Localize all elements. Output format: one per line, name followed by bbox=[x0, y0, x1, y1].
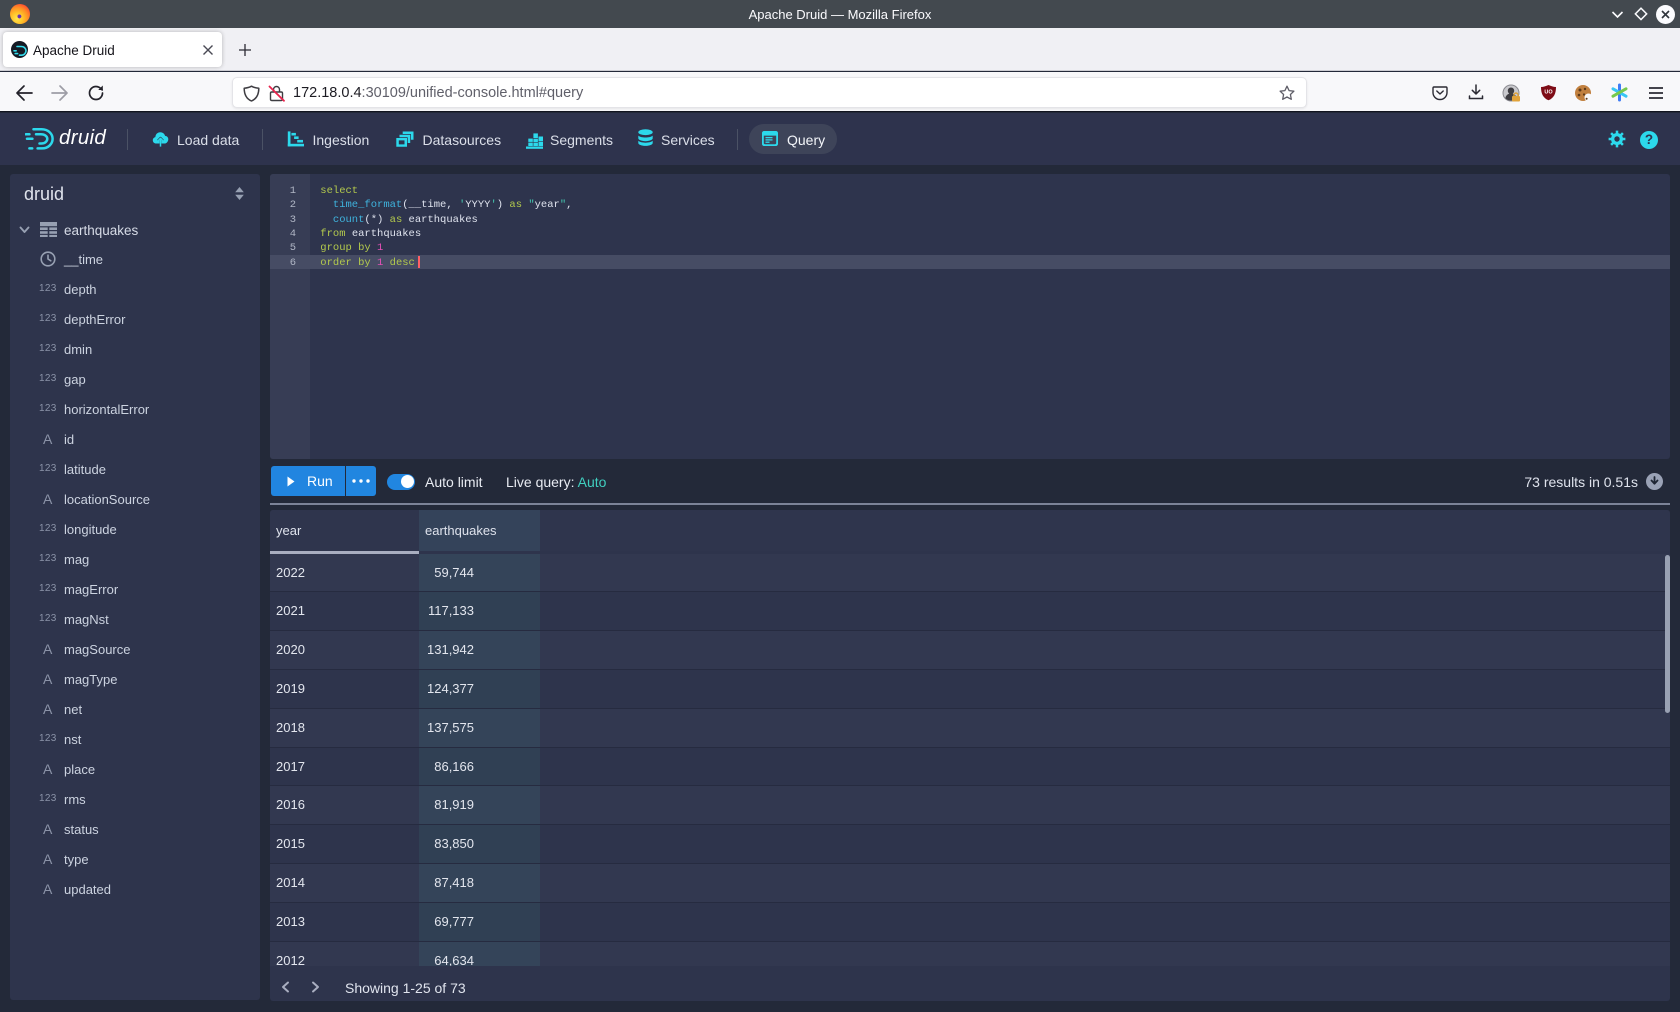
svg-text:UO: UO bbox=[1544, 90, 1553, 96]
